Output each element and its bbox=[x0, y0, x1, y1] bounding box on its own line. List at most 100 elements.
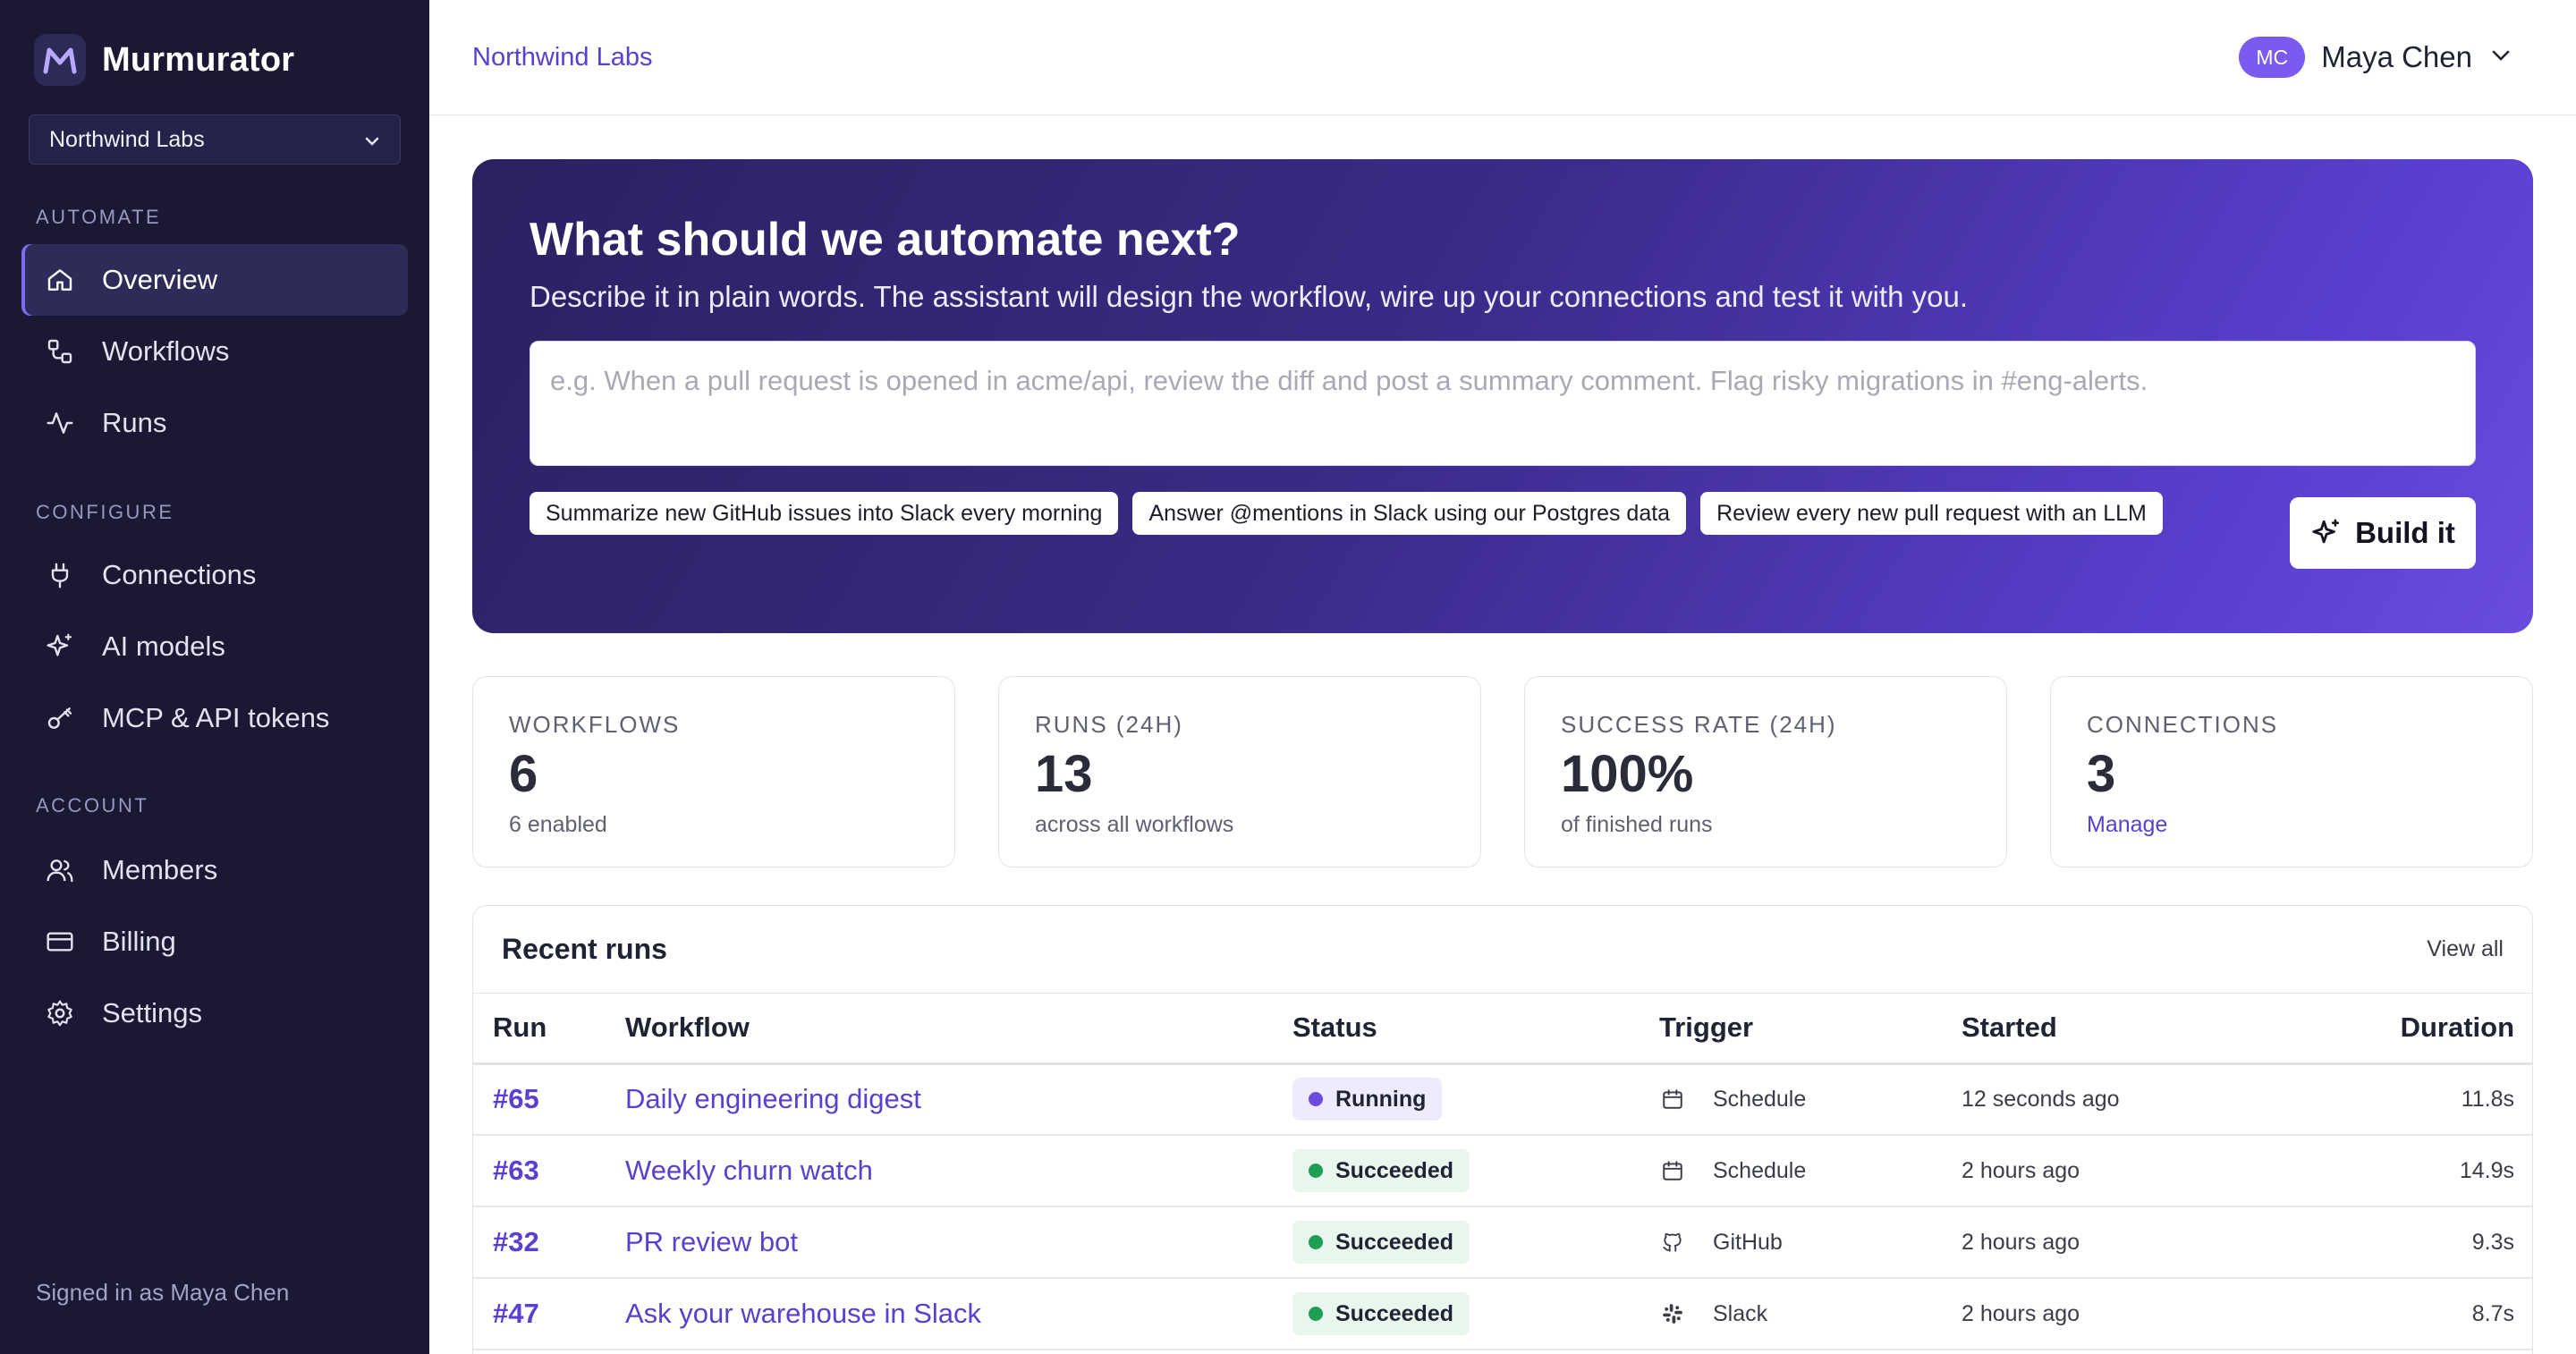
suggestion-chip[interactable]: Answer @mentions in Slack using our Post… bbox=[1132, 492, 1687, 536]
stat-value: 6 bbox=[509, 745, 538, 803]
home-icon bbox=[45, 265, 75, 295]
sidebar-item-label: MCP & API tokens bbox=[102, 702, 330, 733]
sparkles-icon bbox=[2310, 517, 2343, 549]
calendar-icon bbox=[1659, 1157, 1686, 1184]
workflow-link[interactable]: Weekly churn watch bbox=[625, 1155, 873, 1186]
duration-cell: 9.3s bbox=[2373, 1206, 2532, 1279]
status-dot-icon bbox=[1309, 1092, 1323, 1107]
org-select[interactable]: Northwind Labs bbox=[29, 114, 401, 165]
signed-in-text: Signed in as Maya Chen bbox=[36, 1279, 290, 1306]
nav-section-account: ACCOUNT bbox=[36, 794, 149, 817]
stats-row: WORKFLOWS 6 6 enabled RUNS (24H) 13 acro… bbox=[472, 676, 2533, 867]
column-header-duration: Duration bbox=[2373, 994, 2532, 1065]
sidebar-item-label: Settings bbox=[102, 997, 203, 1028]
stat-value: 3 bbox=[2087, 745, 2116, 803]
sidebar-item-label: Members bbox=[102, 854, 218, 885]
stat-card-connections: CONNECTIONS 3 Manage bbox=[2050, 676, 2533, 867]
build-it-button[interactable]: Build it bbox=[2290, 497, 2476, 569]
brand[interactable]: Murmurator bbox=[34, 34, 294, 86]
gear-icon bbox=[45, 998, 75, 1028]
table-header-row: Run Workflow Status Trigger Started Dura… bbox=[473, 994, 2532, 1065]
workflow-link[interactable]: Daily engineering digest bbox=[625, 1083, 921, 1114]
hero-title: What should we automate next? bbox=[530, 214, 1241, 266]
sidebar-item-runs[interactable]: Runs bbox=[21, 387, 408, 459]
sidebar-item-label: AI models bbox=[102, 630, 225, 662]
sidebar-item-connections[interactable]: Connections bbox=[21, 539, 408, 611]
slack-icon bbox=[1659, 1300, 1686, 1327]
sidebar-item-label: Runs bbox=[102, 407, 167, 438]
recent-runs-header: Recent runs View all bbox=[473, 906, 2532, 994]
sidebar-item-label: Billing bbox=[102, 926, 176, 957]
table-row[interactable]: #63 Weekly churn watch Succeeded Schedul… bbox=[473, 1135, 2532, 1207]
workflow-link[interactable]: PR review bot bbox=[625, 1226, 798, 1257]
sidebar-item-label: Workflows bbox=[102, 335, 230, 367]
nav-section-automate: AUTOMATE bbox=[36, 206, 162, 228]
run-id-link[interactable]: #63 bbox=[493, 1155, 539, 1186]
topbar: Northwind Labs MC Maya Chen bbox=[429, 0, 2576, 115]
status-dot-icon bbox=[1309, 1307, 1323, 1321]
status-label: Running bbox=[1335, 1086, 1427, 1112]
manage-connections-link[interactable]: Manage bbox=[2087, 812, 2496, 838]
automation-description-input[interactable] bbox=[530, 341, 2476, 467]
status-dot-icon bbox=[1309, 1164, 1323, 1178]
sidebar-item-billing[interactable]: Billing bbox=[21, 906, 408, 977]
workflow-link[interactable]: Ask your warehouse in Slack bbox=[625, 1298, 981, 1329]
key-icon bbox=[45, 703, 75, 733]
status-label: Succeeded bbox=[1335, 1157, 1454, 1183]
breadcrumb-org[interactable]: Northwind Labs bbox=[472, 43, 653, 72]
table-row[interactable]: #65 Daily engineering digest Running Sch… bbox=[473, 1063, 2532, 1136]
user-name: Maya Chen bbox=[2321, 40, 2472, 73]
stat-label: WORKFLOWS bbox=[509, 711, 681, 738]
table-row[interactable]: #32 PR review bot Succeeded GitHub 2 hou… bbox=[473, 1206, 2532, 1279]
status-label: Succeeded bbox=[1335, 1229, 1454, 1255]
sidebar-item-mcp-api-tokens[interactable]: MCP & API tokens bbox=[21, 682, 408, 754]
column-header-run: Run bbox=[473, 994, 625, 1065]
hero-subtitle: Describe it in plain words. The assistan… bbox=[530, 280, 1968, 314]
sidebar-item-members[interactable]: Members bbox=[21, 834, 408, 906]
table-row[interactable]: #47 Ask your warehouse in Slack Succeede… bbox=[473, 1278, 2532, 1350]
suggestion-chip[interactable]: Review every new pull request with an LL… bbox=[1700, 492, 2163, 536]
sidebar-item-workflows[interactable]: Workflows bbox=[21, 316, 408, 387]
status-badge: Succeeded bbox=[1292, 1292, 1470, 1335]
run-id-link[interactable]: #47 bbox=[493, 1298, 539, 1329]
trigger: Schedule bbox=[1659, 1086, 1962, 1113]
recent-runs-table: Run Workflow Status Trigger Started Dura… bbox=[473, 994, 2532, 1350]
run-id-link[interactable]: #32 bbox=[493, 1226, 539, 1257]
trigger: Slack bbox=[1659, 1300, 1962, 1327]
github-icon bbox=[1659, 1229, 1686, 1256]
user-menu[interactable]: MC Maya Chen bbox=[2239, 37, 2512, 78]
chevron-down-icon bbox=[364, 127, 380, 153]
stat-card-runs: RUNS (24H) 13 across all workflows bbox=[998, 676, 1481, 867]
sidebar-item-settings[interactable]: Settings bbox=[21, 977, 408, 1049]
sidebar-item-overview[interactable]: Overview bbox=[21, 244, 408, 316]
suggestion-chip[interactable]: Summarize new GitHub issues into Slack e… bbox=[530, 492, 1119, 536]
sidebar-item-ai-models[interactable]: AI models bbox=[21, 611, 408, 682]
started-cell: 2 hours ago bbox=[1962, 1278, 2373, 1350]
column-header-started: Started bbox=[1962, 994, 2373, 1065]
plug-icon bbox=[45, 560, 75, 590]
users-icon bbox=[45, 855, 75, 885]
main-content: Northwind Labs MC Maya Chen What should … bbox=[429, 0, 2576, 1354]
stat-label: SUCCESS RATE (24H) bbox=[1561, 711, 1837, 738]
stat-value: 100% bbox=[1561, 745, 1694, 803]
activity-icon bbox=[45, 408, 75, 438]
stat-sub: of finished runs bbox=[1561, 811, 1713, 837]
stat-label: RUNS (24H) bbox=[1035, 711, 1183, 738]
app-name: Murmurator bbox=[102, 40, 295, 79]
suggestion-chips: Summarize new GitHub issues into Slack e… bbox=[530, 492, 2476, 536]
sidebar-item-label: Connections bbox=[102, 559, 257, 590]
status-dot-icon bbox=[1309, 1235, 1323, 1249]
build-it-label: Build it bbox=[2355, 516, 2455, 549]
status-badge: Running bbox=[1292, 1078, 1443, 1121]
stat-sub: 6 enabled bbox=[509, 811, 607, 837]
nav-section-configure: CONFIGURE bbox=[36, 501, 174, 523]
trigger: Schedule bbox=[1659, 1157, 1962, 1184]
murmurator-logo-icon bbox=[34, 34, 86, 86]
view-all-link[interactable]: View all bbox=[2427, 936, 2504, 962]
recent-runs-panel: Recent runs View all Run Workflow Status… bbox=[472, 905, 2533, 1354]
started-cell: 2 hours ago bbox=[1962, 1206, 2373, 1279]
trigger-label: Schedule bbox=[1713, 1086, 1807, 1112]
run-id-link[interactable]: #65 bbox=[493, 1083, 539, 1114]
duration-cell: 11.8s bbox=[2373, 1063, 2532, 1136]
stat-card-success-rate: SUCCESS RATE (24H) 100% of finished runs bbox=[1524, 676, 2007, 867]
